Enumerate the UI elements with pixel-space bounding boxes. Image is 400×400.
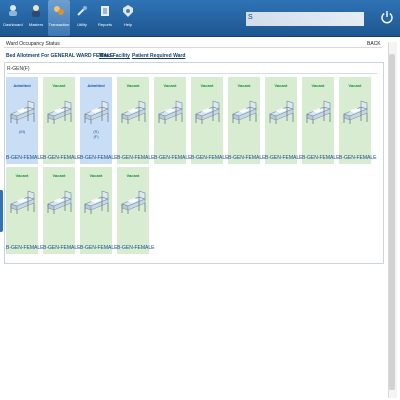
transaction-icon [54, 6, 64, 15]
bed-label[interactable]: B-GEN-FEMALE-417 [80, 155, 118, 161]
bed-label[interactable]: B-GEN-FEMALE-427 [80, 245, 118, 251]
bed-label[interactable]: B-GEN-FEMALE-426 [43, 245, 81, 251]
bed-card[interactable]: Vacant B-GEN-FEMALE-426 [43, 167, 81, 254]
bed-label[interactable]: B-GEN-FEMALE-422 [265, 155, 303, 161]
bed-label[interactable]: B-GEN-FEMALE-418 [117, 155, 155, 161]
bed-status: Vacant [126, 83, 140, 88]
bed-card[interactable]: Vacant B-GEN-FEMALE-427 [80, 167, 118, 254]
bed-label[interactable]: B-GEN-FEMALE-428 [117, 245, 155, 251]
bed-status: Vacant [163, 83, 177, 88]
user-info-strip [246, 12, 364, 26]
bed-card[interactable]: Vacant B-GEN-FEMALE-416 [43, 77, 81, 164]
bed-status: Vacant [52, 173, 66, 178]
nav-label-dashboard: Dashboard [3, 22, 23, 27]
scrollbar-thumb[interactable] [389, 54, 395, 390]
bed-card[interactable]: Vacant B-GEN-FEMALE-418 [117, 77, 155, 164]
bed-status: Admitted [87, 83, 105, 88]
bed-card[interactable]: Vacant B-GEN-FEMALE-422 [265, 77, 303, 164]
bed-card[interactable]: Vacant B-GEN-FEMALE-423 [302, 77, 340, 164]
bed-status: Vacant [200, 83, 214, 88]
nav-label-help: Help [123, 22, 133, 27]
tab-ward-facility[interactable]: Ward Facility [99, 53, 130, 59]
ward-divider [7, 73, 377, 74]
bed-card[interactable]: Admitted (S)(F) B-GEN-FEMALE-417 [80, 77, 118, 164]
bed-status: Vacant [15, 173, 29, 178]
bed-label[interactable]: B-GEN-FEMALE-423 [302, 155, 340, 161]
bed-status: Vacant [311, 83, 325, 88]
bed-status: Vacant [237, 83, 251, 88]
nav-transaction[interactable]: Transaction [48, 0, 70, 36]
bed-card[interactable]: Vacant B-GEN-FEMALE-425 [6, 167, 44, 254]
hospital-bed-icon [267, 93, 295, 125]
bed-label[interactable]: B-GEN-FEMALE-424 [339, 155, 377, 161]
tab-patient-required-ward[interactable]: Patient Required Ward [132, 53, 185, 59]
nav-help[interactable]: Help [117, 0, 139, 36]
bed-status: Vacant [274, 83, 288, 88]
nav-dashboard[interactable]: Dashboard [2, 0, 24, 36]
top-navigation-bar: Dashboard Masters Transaction Utility Re… [0, 0, 400, 37]
bed-status: Vacant [89, 173, 103, 178]
nav-reports[interactable]: Reports [94, 0, 116, 36]
power-icon[interactable] [380, 10, 394, 24]
bed-label[interactable]: B-GEN-FEMALE-416 [43, 155, 81, 161]
hospital-bed-icon [45, 93, 73, 125]
hospital-bed-icon [230, 93, 258, 125]
hospital-bed-icon [341, 93, 369, 125]
bed-card[interactable]: Admitted (M) B-GEN-FEMALE-415 [6, 77, 44, 164]
utility-icon [77, 6, 87, 16]
hospital-bed-icon [82, 183, 110, 215]
ward-code: R-GEN(F) [7, 66, 30, 72]
title-divider [4, 47, 382, 48]
hospital-bed-icon [156, 93, 184, 125]
nav-utility[interactable]: Utility [71, 0, 93, 36]
hospital-bed-icon [45, 183, 73, 215]
bed-label[interactable]: B-GEN-FEMALE-425 [6, 245, 44, 251]
bed-status: Admitted [13, 83, 31, 88]
bed-allotment-title: Bed Allotment For GENERAL WARD FEMALE [6, 53, 114, 59]
bed-card[interactable]: Vacant B-GEN-FEMALE-421 [228, 77, 266, 164]
bed-label[interactable]: B-GEN-FEMALE-421 [228, 155, 266, 161]
nav-label-utility: Utility [77, 22, 87, 27]
bed-patient-tag: (M) [19, 129, 25, 134]
dashboard-icon [9, 5, 17, 16]
bed-label[interactable]: B-GEN-FEMALE-419 [154, 155, 192, 161]
help-icon [123, 5, 133, 17]
side-collapse-tab[interactable] [0, 190, 3, 232]
nav-label-masters: Masters [28, 22, 44, 27]
hospital-bed-icon [82, 93, 110, 125]
hospital-bed-icon [8, 183, 36, 215]
bed-status: Vacant [52, 83, 66, 88]
bed-card[interactable]: Vacant B-GEN-FEMALE-428 [117, 167, 155, 254]
user-initial: S [248, 14, 253, 21]
bed-label[interactable]: B-GEN-FEMALE-415 [6, 155, 44, 161]
hospital-bed-icon [119, 183, 147, 215]
hospital-bed-icon [304, 93, 332, 125]
masters-icon [32, 5, 40, 17]
bed-status: Vacant [126, 173, 140, 178]
reports-icon [101, 6, 109, 16]
bed-label[interactable]: B-GEN-FEMALE-420 [191, 155, 229, 161]
nav-masters[interactable]: Masters [25, 0, 47, 36]
nav-label-reports: Reports [97, 22, 112, 27]
nav-label-transaction: Transaction [48, 22, 70, 27]
bed-status: Vacant [348, 83, 362, 88]
bed-card[interactable]: Vacant B-GEN-FEMALE-420 [191, 77, 229, 164]
bed-card[interactable]: Vacant B-GEN-FEMALE-424 [339, 77, 377, 164]
bed-patient-tag: (S) (F) [93, 129, 99, 139]
main-nav: Dashboard Masters Transaction Utility Re… [2, 0, 140, 36]
bed-card[interactable]: Vacant B-GEN-FEMALE-419 [154, 77, 192, 164]
hospital-bed-icon [119, 93, 147, 125]
hospital-bed-icon [8, 93, 36, 125]
hospital-bed-icon [193, 93, 221, 125]
